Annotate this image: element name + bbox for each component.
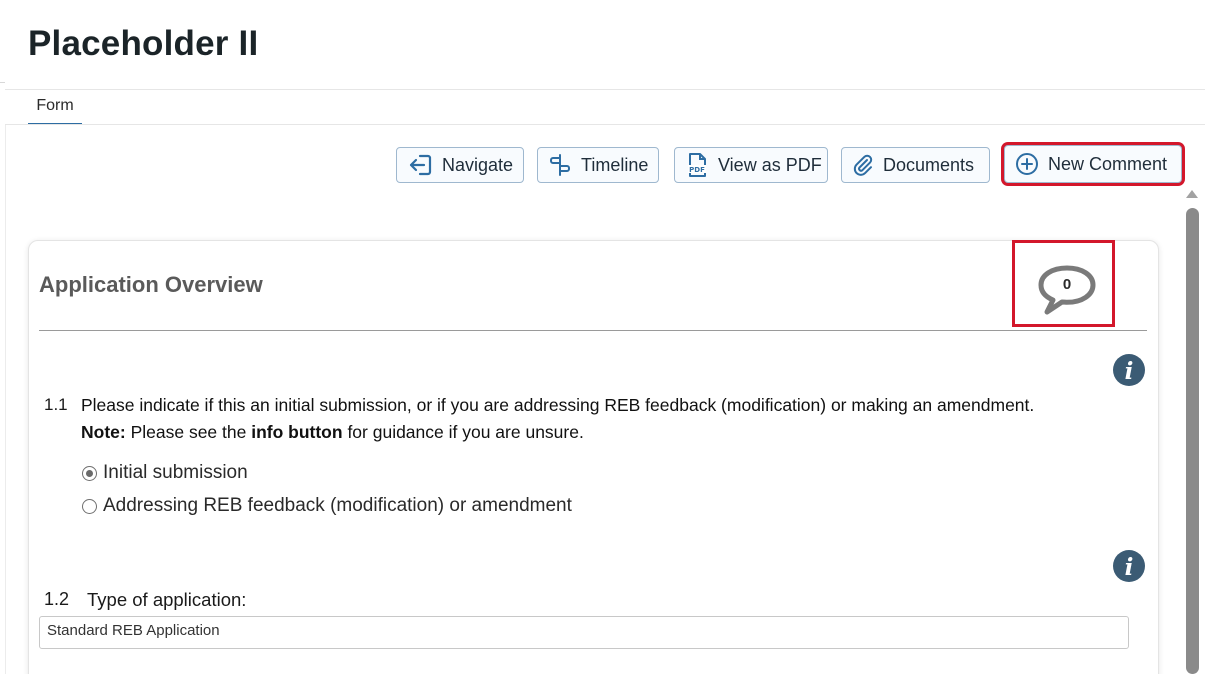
view-pdf-button[interactable]: PDF View as PDF: [674, 147, 828, 183]
question-number: 1.2: [44, 589, 70, 609]
tab-form[interactable]: Form: [28, 96, 82, 125]
left-divider: [0, 82, 5, 83]
documents-label: Documents: [883, 154, 975, 175]
svg-text:i: i: [1125, 554, 1134, 581]
page: Placeholder II Form Navigate Timeline PD…: [0, 0, 1205, 674]
application-type-field[interactable]: Standard REB Application: [39, 616, 1129, 649]
svg-text:PDF: PDF: [689, 166, 705, 174]
radio-button-selected[interactable]: [82, 465, 97, 481]
plus-circle-icon: [1016, 153, 1038, 175]
new-comment-button[interactable]: New Comment: [1004, 145, 1182, 183]
navigate-button[interactable]: Navigate: [396, 147, 524, 183]
scrollbar-thumb[interactable]: [1186, 208, 1199, 674]
content-border: [5, 125, 6, 674]
radio-label: Addressing REB feedback (modification) o…: [103, 495, 572, 516]
radio-button[interactable]: [82, 498, 97, 514]
scroll-up-arrow[interactable]: [1186, 190, 1198, 198]
radio-label: Initial submission: [103, 462, 248, 483]
section-divider: [39, 330, 1147, 331]
note-label: Note:: [81, 422, 126, 442]
note-text-bold: info button: [251, 422, 343, 442]
note-text-pre: Please see the: [125, 422, 252, 442]
question-note: Note: Please see the info button for gui…: [81, 422, 584, 443]
svg-text:i: i: [1125, 358, 1134, 385]
documents-button[interactable]: Documents: [841, 147, 990, 183]
question-number: 1.1: [44, 395, 68, 414]
timeline-label: Timeline: [581, 154, 649, 175]
pdf-icon: PDF: [688, 153, 706, 177]
navigate-label: Navigate: [442, 154, 514, 175]
paperclip-icon: [853, 154, 873, 176]
navigate-icon: [409, 154, 432, 176]
tab-divider: [5, 124, 1205, 125]
section-title: Application Overview: [39, 272, 263, 297]
title-divider: [5, 89, 1205, 90]
info-icon[interactable]: i: [1113, 354, 1145, 386]
timeline-icon: [550, 154, 570, 176]
radio-addressing-feedback[interactable]: Addressing REB feedback (modification) o…: [82, 495, 572, 517]
radio-initial-submission[interactable]: Initial submission: [82, 462, 248, 484]
question-text: Please indicate if this an initial submi…: [81, 395, 1035, 415]
note-text-post: for guidance if you are unsure.: [342, 422, 584, 442]
new-comment-label: New Comment: [1048, 153, 1168, 174]
page-title: Placeholder II: [28, 24, 259, 63]
question-text: Type of application:: [87, 589, 247, 610]
info-icon[interactable]: i: [1113, 550, 1145, 582]
view-pdf-label: View as PDF: [718, 154, 822, 175]
comment-count: 0: [1062, 276, 1072, 293]
timeline-button[interactable]: Timeline: [537, 147, 659, 183]
